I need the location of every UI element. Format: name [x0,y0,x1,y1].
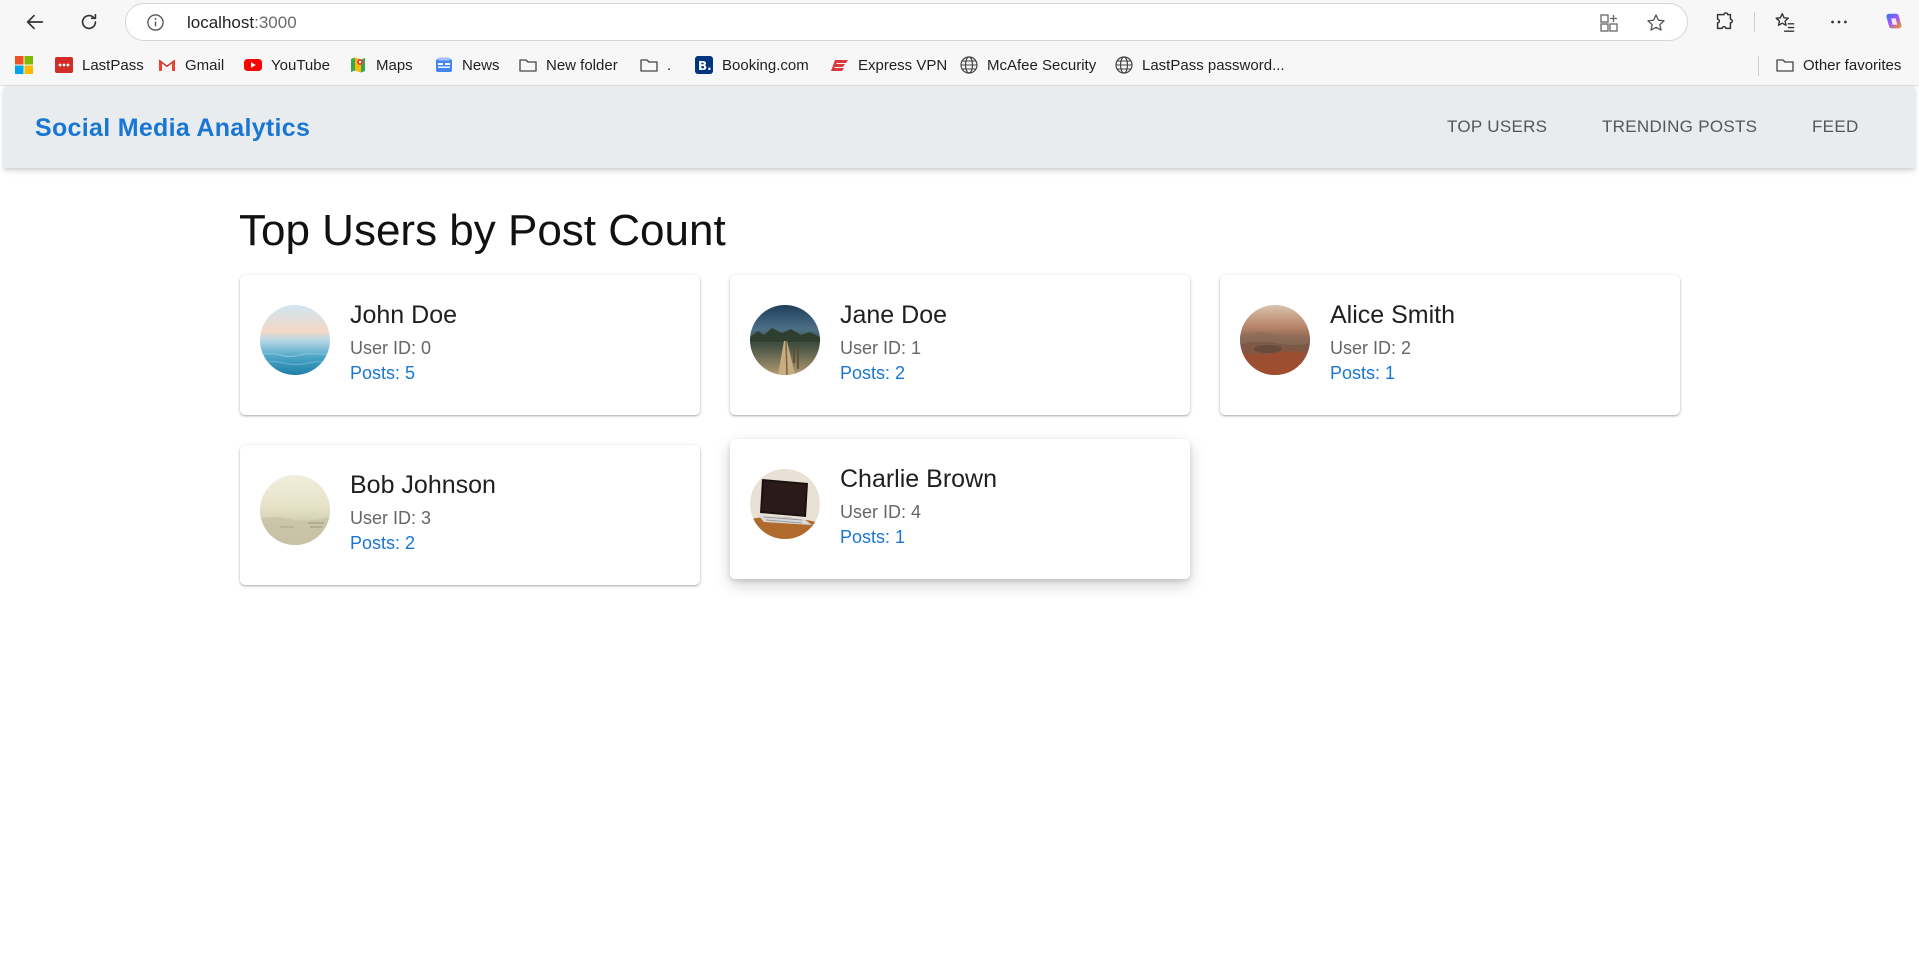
bookmarks-bar: LastPass Gmail YouTube Maps News New fol… [0,44,1919,86]
brand-title[interactable]: Social Media Analytics [35,114,310,143]
page-title: Top Users by Post Count [239,206,726,255]
post-count: Posts: 5 [350,363,416,383]
bookmark-expressvpn[interactable]: Express VPN [830,54,947,76]
ellipsis-icon [1831,20,1847,24]
avatar [1240,305,1310,375]
user-card[interactable]: Alice Smith User ID: 2 Posts: 1 [1220,275,1680,415]
bookmark-mcafee[interactable]: McAfee Security [959,54,1096,76]
post-count: Posts: 1 [1330,363,1396,383]
folder-icon [639,55,659,75]
nav-trending-posts[interactable]: Trending Posts [1602,117,1757,137]
post-count: Posts: 2 [840,363,906,383]
copilot-button[interactable] [1877,6,1909,38]
bookmark-lastpass[interactable]: LastPass [54,54,144,76]
url-text[interactable]: localhost:3000 [187,13,297,33]
laptop-photo-image [750,469,820,539]
user-name: Charlie Brown [840,465,998,493]
bookmark-folder-dot[interactable]: . [639,54,671,76]
post-count: Posts: 1 [840,527,906,547]
favorites-list-icon [1775,13,1795,32]
back-arrow-icon [26,14,44,30]
copilot-icon [1886,13,1902,29]
refresh-button[interactable] [73,6,105,38]
folder-icon [1775,55,1795,75]
user-card[interactable]: Bob Johnson User ID: 3 Posts: 2 [240,445,700,585]
app-page: Social Media Analytics Top Users Trendin… [4,86,1915,968]
toolbar-divider [1754,12,1755,32]
bookmark-new-folder[interactable]: New folder [518,54,618,76]
user-id: User ID: 3 [350,508,432,528]
puzzle-piece-icon [1716,12,1733,30]
booking-icon: B. [694,55,714,75]
avatar [750,305,820,375]
user-name: Jane Doe [840,301,948,329]
user-id: User ID: 2 [1330,338,1412,358]
address-bar[interactable]: localhost:3000 [125,3,1688,41]
favorite-star-icon[interactable] [1646,13,1666,33]
bookmarks-divider [1758,56,1759,76]
back-button[interactable] [19,6,51,38]
bookmark-maps[interactable]: Maps [348,54,413,76]
app-available-icon[interactable] [1599,13,1619,33]
site-info-icon[interactable] [146,13,165,32]
other-favorites-folder[interactable]: Other favorites [1775,54,1901,76]
bookmark-youtube[interactable]: YouTube [243,54,330,76]
windows-apps-icon [14,55,34,75]
maps-icon [348,55,368,75]
avatar [260,305,330,375]
post-count: Posts: 2 [350,533,416,553]
nav-feed[interactable]: Feed [1812,117,1859,137]
gmail-icon [157,55,177,75]
more-menu-button[interactable] [1823,6,1855,38]
lastpass-icon [54,55,74,75]
app-header: Social Media Analytics Top Users Trendin… [4,86,1915,168]
bookmark-news[interactable]: News [434,54,500,76]
user-id: User ID: 0 [350,338,432,358]
globe-icon [1114,55,1134,75]
user-card[interactable]: Charlie Brown User ID: 4 Posts: 1 [730,439,1190,579]
news-icon [434,55,454,75]
bookmark-gmail[interactable]: Gmail [157,54,224,76]
bookmark-booking[interactable]: B. Booking.com [694,54,809,76]
folder-icon [518,55,538,75]
bookmark-lastpass-password[interactable]: LastPass password... [1114,54,1285,76]
svg-text:B.: B. [698,59,712,73]
refresh-icon [81,13,97,30]
avatar [750,469,820,539]
browser-toolbar: localhost:3000 [0,0,1919,44]
avatar [260,475,330,545]
expressvpn-icon [830,55,850,75]
favorites-button[interactable] [1769,6,1801,38]
pier-photo-image [750,305,820,375]
youtube-icon [243,55,263,75]
user-card[interactable]: Jane Doe User ID: 1 Posts: 2 [730,275,1190,415]
user-name: Bob Johnson [350,471,496,499]
extensions-button[interactable] [1708,6,1740,38]
user-name: John Doe [350,301,458,329]
desert-aerial-photo-image [1240,305,1310,375]
foggy-landscape-photo-image [260,475,330,545]
ocean-photo-image [260,305,330,375]
user-id: User ID: 4 [840,502,922,522]
globe-icon [959,55,979,75]
apps-launcher[interactable] [14,54,42,76]
nav-top-users[interactable]: Top Users [1447,117,1547,137]
user-name: Alice Smith [1330,301,1456,329]
user-id: User ID: 1 [840,338,922,358]
user-card[interactable]: John Doe User ID: 0 Posts: 5 [240,275,700,415]
